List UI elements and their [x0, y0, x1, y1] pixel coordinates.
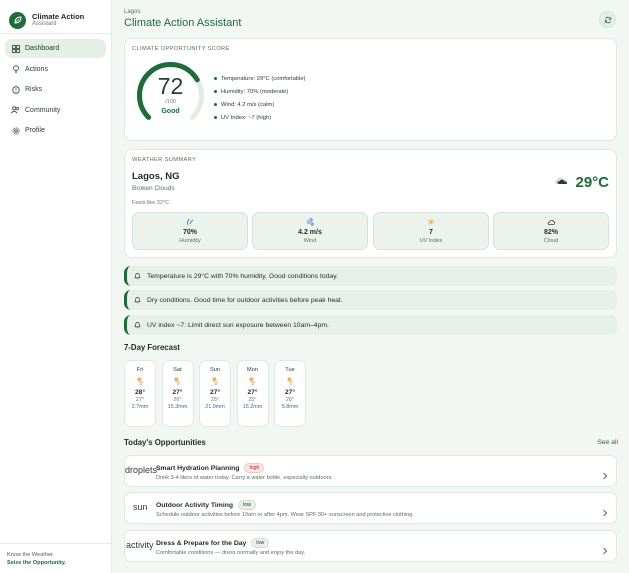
alert-icon	[11, 85, 20, 94]
leaf-logo-icon	[9, 11, 26, 29]
priority-badge: low	[238, 500, 256, 510]
sidebar-divider	[0, 33, 111, 34]
users-icon	[11, 106, 20, 115]
sidebar-item-label: Profile	[25, 127, 45, 135]
cloud-icon	[494, 218, 608, 226]
fact-item: Wind: 4.2 m/s (calm)	[214, 98, 305, 111]
main-content: Lagos Climate Action Assistant CLIMATE O…	[112, 0, 629, 573]
score-rating: Good	[161, 108, 180, 115]
opportunities-title: Today's Opportunities	[124, 438, 206, 447]
forecast-day[interactable]: Mon 27° 25° 15.2mm	[236, 360, 269, 427]
fact-item: Humidity: 70% (moderate)	[214, 85, 305, 98]
weather-temperature: 29°C	[575, 173, 609, 191]
card-label: CLIMATE OPPORTUNITY SCORE	[132, 46, 230, 52]
sidebar: Climate Action Assistant Dashboard Actio…	[0, 0, 112, 573]
chevron-right-icon	[602, 542, 608, 560]
sidebar-item-community[interactable]: Community	[5, 101, 106, 120]
alert-banner: UV index ~7: Limit direct sun exposure b…	[124, 315, 617, 335]
rain-sun-icon	[125, 376, 155, 386]
sidebar-item-label: Dashboard	[25, 45, 60, 52]
score-facts: Temperature: 29°C (comfortable) Humidity…	[214, 72, 305, 124]
opportunity-description: Schedule outdoor activities before 10am …	[156, 512, 414, 518]
opportunity-title: Dress & Prepare for the Day	[156, 539, 247, 547]
forecast-day[interactable]: Tue 27° 26° 5.8mm	[274, 360, 306, 427]
brand-subtitle: Assistant	[32, 21, 57, 28]
activity-icon: activity	[126, 540, 154, 550]
sun-icon: sun	[133, 502, 148, 512]
priority-badge: low	[251, 538, 270, 548]
opportunity-card[interactable]: droplets Smart Hydration Planning high Dr…	[124, 455, 617, 487]
stat-humidity: 70% Humidity	[132, 212, 248, 250]
stat-cloud: 82% Cloud	[493, 212, 609, 250]
sun-icon	[374, 218, 488, 226]
sidebar-item-risks[interactable]: Risks	[5, 80, 106, 99]
opportunity-card[interactable]: sun Outdoor Activity Timing low Schedule …	[124, 492, 617, 524]
score-value: 72	[157, 73, 184, 99]
weather-summary-card: WEATHER SUMMARY Lagos, NG Broken Clouds …	[124, 149, 617, 258]
card-label: WEATHER SUMMARY	[132, 157, 197, 163]
wind-icon	[253, 218, 367, 226]
sidebar-item-actions[interactable]: Actions	[5, 60, 106, 79]
rain-sun-icon	[275, 376, 305, 386]
lightbulb-icon	[11, 65, 20, 74]
opportunity-description: Comfortable conditions — dress normally …	[156, 550, 306, 556]
forecast-day[interactable]: Sat 27° 26° 15.3mm	[161, 360, 194, 427]
refresh-icon	[604, 11, 612, 29]
weather-feels-like: Feels like 32°C	[132, 200, 170, 206]
gear-icon	[11, 126, 20, 135]
bell-icon	[134, 321, 141, 329]
forecast-title: 7-Day Forecast	[124, 343, 180, 352]
rain-sun-icon	[163, 376, 193, 386]
opportunity-title: Smart Hydration Planning	[156, 464, 240, 472]
alert-banner: Temperature is 29°C with 70% humidity. G…	[124, 266, 617, 286]
footer-tagline: Know the Weather.	[7, 552, 55, 558]
bell-icon	[134, 296, 141, 304]
brand[interactable]: Climate Action Assistant	[0, 0, 111, 32]
footer-slogan: Seize the Opportunity.	[7, 560, 66, 566]
forecast-day[interactable]: Sun 27° 25° 21.9mm	[199, 360, 231, 427]
sidebar-item-label: Risks	[25, 86, 43, 94]
fact-item: Temperature: 29°C (comfortable)	[214, 72, 305, 85]
sidebar-item-label: Community	[25, 106, 61, 114]
climate-score-card: CLIMATE OPPORTUNITY SCORE 72 /100 Good T…	[124, 38, 617, 141]
brand-title: Climate Action	[32, 11, 85, 21]
forecast-day[interactable]: Fri 28° 27° 2.7mm	[124, 360, 156, 427]
fact-item: UV Index: ~7 (high)	[214, 111, 305, 124]
sidebar-item-label: Actions	[25, 65, 48, 73]
alert-banner: Dry conditions. Good time for outdoor ac…	[124, 290, 617, 310]
rain-sun-icon	[200, 376, 230, 386]
page-title: Climate Action Assistant	[124, 17, 242, 29]
opportunity-description: Drink 3-4 liters of water today. Carry a…	[156, 475, 333, 481]
dashboard-icon	[11, 44, 20, 53]
broken-clouds-icon	[553, 173, 571, 191]
chevron-right-icon	[602, 504, 608, 522]
stat-uv: 7 UV Index	[373, 212, 489, 250]
sidebar-footer: Know the Weather. Seize the Opportunity.	[0, 543, 111, 573]
breadcrumb: Lagos	[124, 9, 141, 15]
stat-wind: 4.2 m/s Wind	[252, 212, 368, 250]
score-max: /100	[165, 99, 176, 105]
priority-badge: high	[244, 463, 265, 473]
refresh-button[interactable]	[599, 11, 616, 28]
chevron-right-icon	[602, 467, 608, 485]
bell-icon	[134, 272, 141, 280]
droplets-icon: droplets	[125, 465, 158, 475]
weather-city: Lagos, NG	[132, 171, 180, 182]
sidebar-item-profile[interactable]: Profile	[5, 121, 106, 140]
sidebar-item-dashboard[interactable]: Dashboard	[5, 39, 106, 58]
droplet-icon	[133, 218, 247, 226]
see-all-link[interactable]: See all	[597, 439, 618, 446]
sidebar-nav: Dashboard Actions Risks Community Profil…	[5, 39, 106, 142]
opportunity-title: Outdoor Activity Timing	[156, 501, 234, 509]
weather-condition: Broken Clouds	[132, 185, 175, 192]
rain-sun-icon	[238, 376, 268, 386]
opportunity-card[interactable]: activity Dress & Prepare for the Day low …	[124, 530, 617, 562]
